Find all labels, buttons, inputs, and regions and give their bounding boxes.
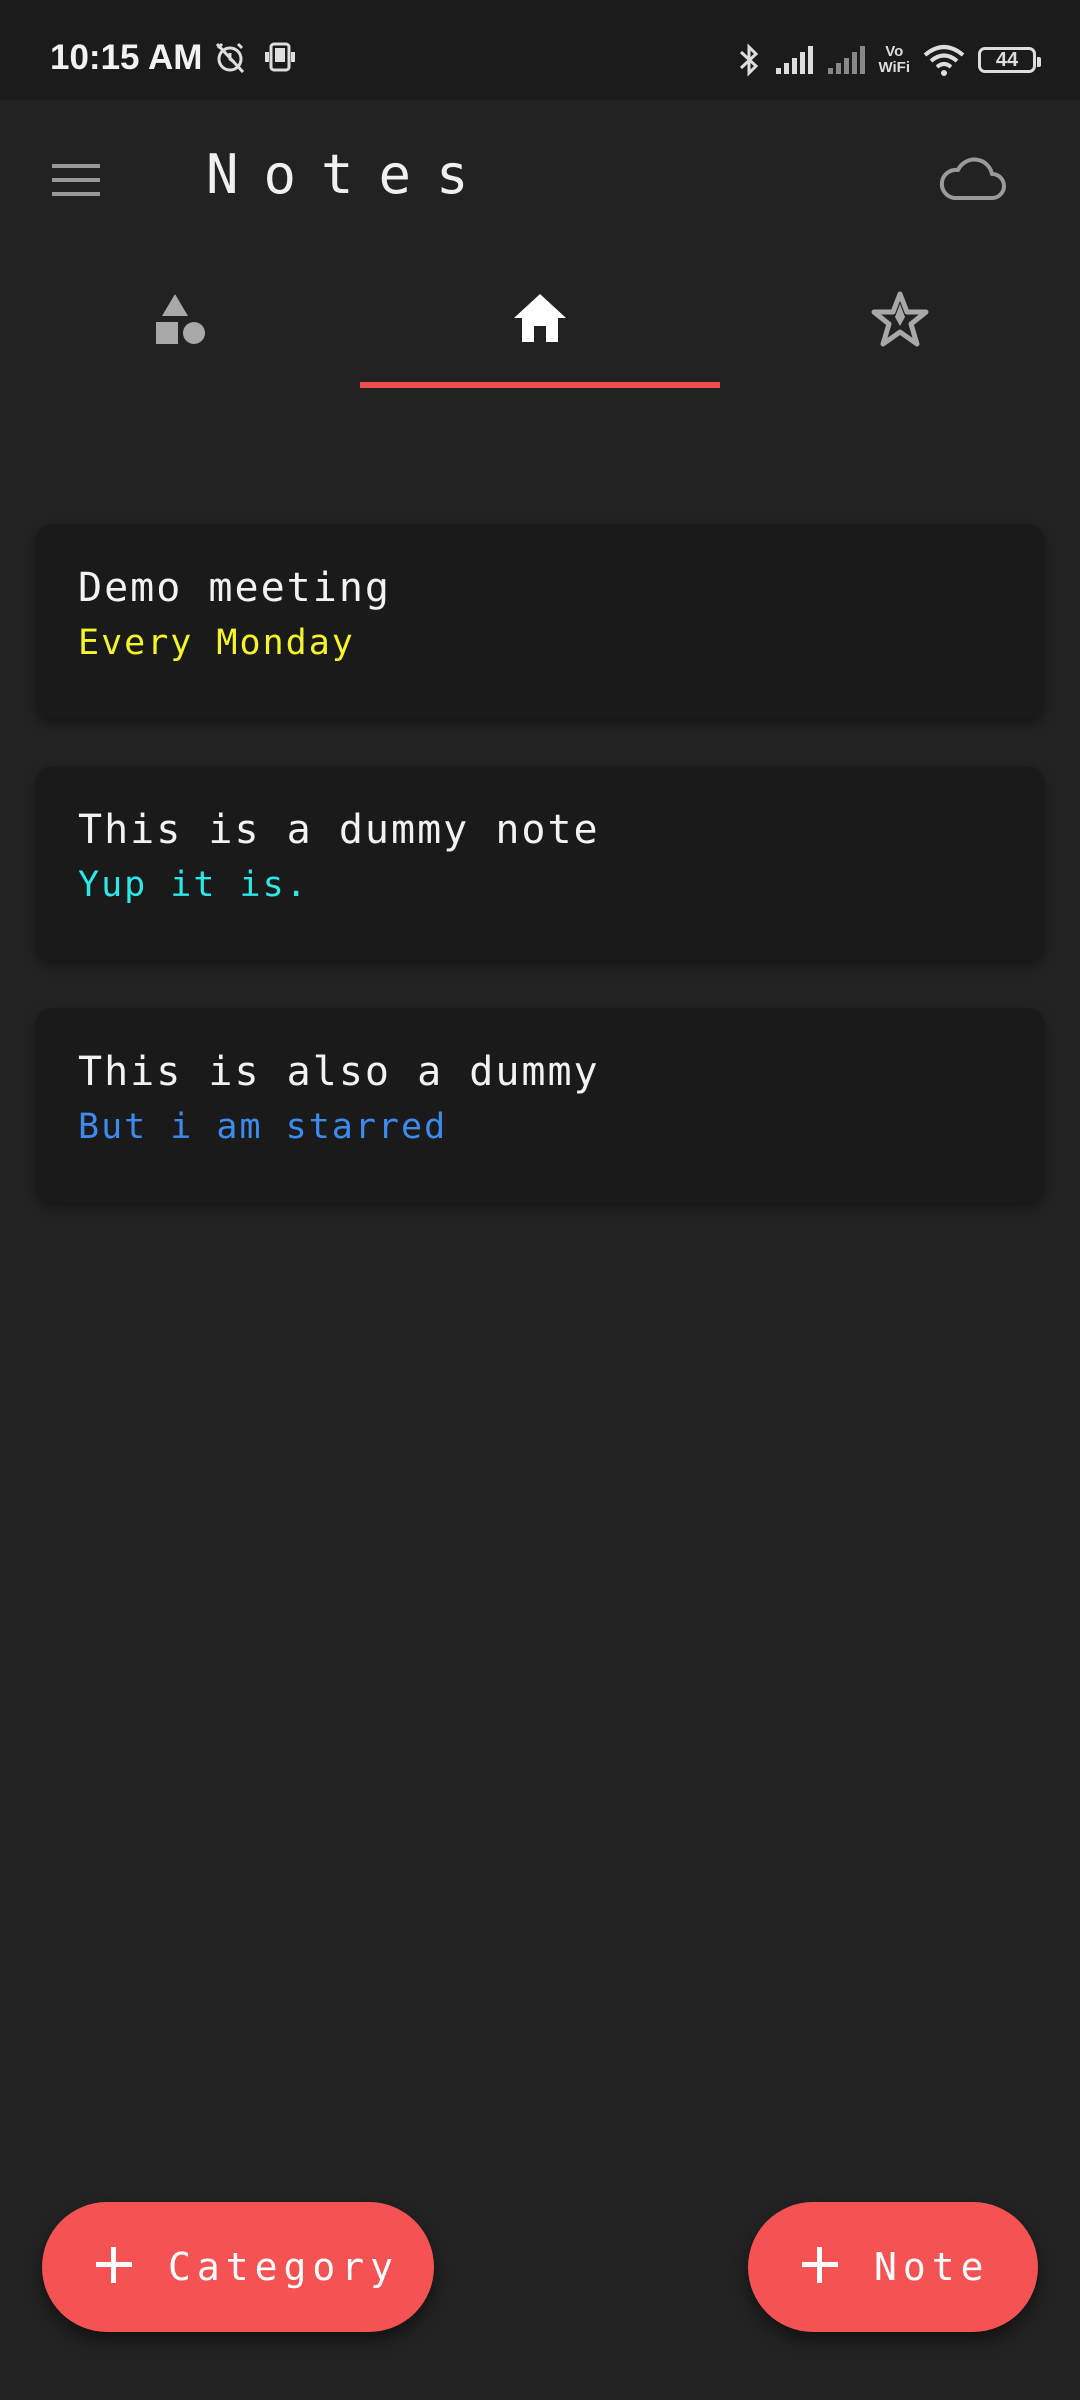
add-category-button[interactable]: Category	[42, 2202, 434, 2332]
vowifi-line2: WiFi	[878, 59, 910, 76]
notes-list: Demo meeting Every Monday This is a dumm…	[35, 524, 1045, 1250]
cloud-icon	[938, 157, 1008, 208]
home-icon	[510, 290, 570, 390]
menu-button[interactable]	[48, 160, 104, 200]
tab-bar	[0, 260, 1080, 390]
hamburger-menu-icon	[48, 164, 104, 204]
vowifi-line1: Vo	[885, 43, 904, 60]
note-card[interactable]: Demo meeting Every Monday	[35, 524, 1045, 718]
note-subtitle: Every Monday	[78, 623, 355, 663]
signal-strength-icon	[774, 44, 814, 76]
app-bar: Notes	[0, 100, 1080, 260]
status-left-icons	[212, 40, 298, 76]
note-title: This is also a dummy	[78, 1049, 600, 1095]
tab-selected-indicator	[360, 382, 720, 388]
plus-icon	[94, 2245, 134, 2289]
star-icon	[870, 290, 930, 390]
plus-icon	[800, 2245, 840, 2289]
add-note-button[interactable]: Note	[748, 2202, 1038, 2332]
app-title: Notes	[206, 143, 494, 206]
note-card[interactable]: This is a dummy note Yup it is.	[35, 766, 1045, 960]
categories-shapes-icon	[150, 290, 210, 390]
note-subtitle: Yup it is.	[78, 865, 309, 905]
status-right-icons: Vo WiFi 44	[736, 42, 1041, 78]
signal-strength-weak-icon	[826, 44, 866, 76]
tab-home[interactable]	[360, 260, 720, 390]
cloud-sync-button[interactable]	[938, 152, 1008, 208]
status-bar: 10:15 AM Vo WiFi 44	[0, 0, 1080, 100]
note-card[interactable]: This is also a dummy But i am starred	[35, 1008, 1045, 1202]
tab-starred[interactable]	[720, 260, 1080, 390]
note-subtitle: But i am starred	[78, 1107, 448, 1147]
device-icon	[262, 40, 298, 76]
note-title: This is a dummy note	[78, 807, 600, 853]
battery-indicator: 44	[978, 47, 1041, 73]
add-note-label: Note	[874, 2245, 990, 2289]
vowifi-indicator: Vo WiFi	[878, 44, 910, 76]
add-category-label: Category	[168, 2245, 400, 2289]
alarm-off-icon	[212, 40, 248, 76]
tab-categories[interactable]	[0, 260, 360, 390]
battery-level: 44	[995, 48, 1019, 71]
note-title: Demo meeting	[78, 565, 391, 611]
wifi-icon	[922, 43, 966, 77]
bluetooth-icon	[736, 42, 762, 78]
status-time: 10:15 AM	[50, 38, 203, 77]
